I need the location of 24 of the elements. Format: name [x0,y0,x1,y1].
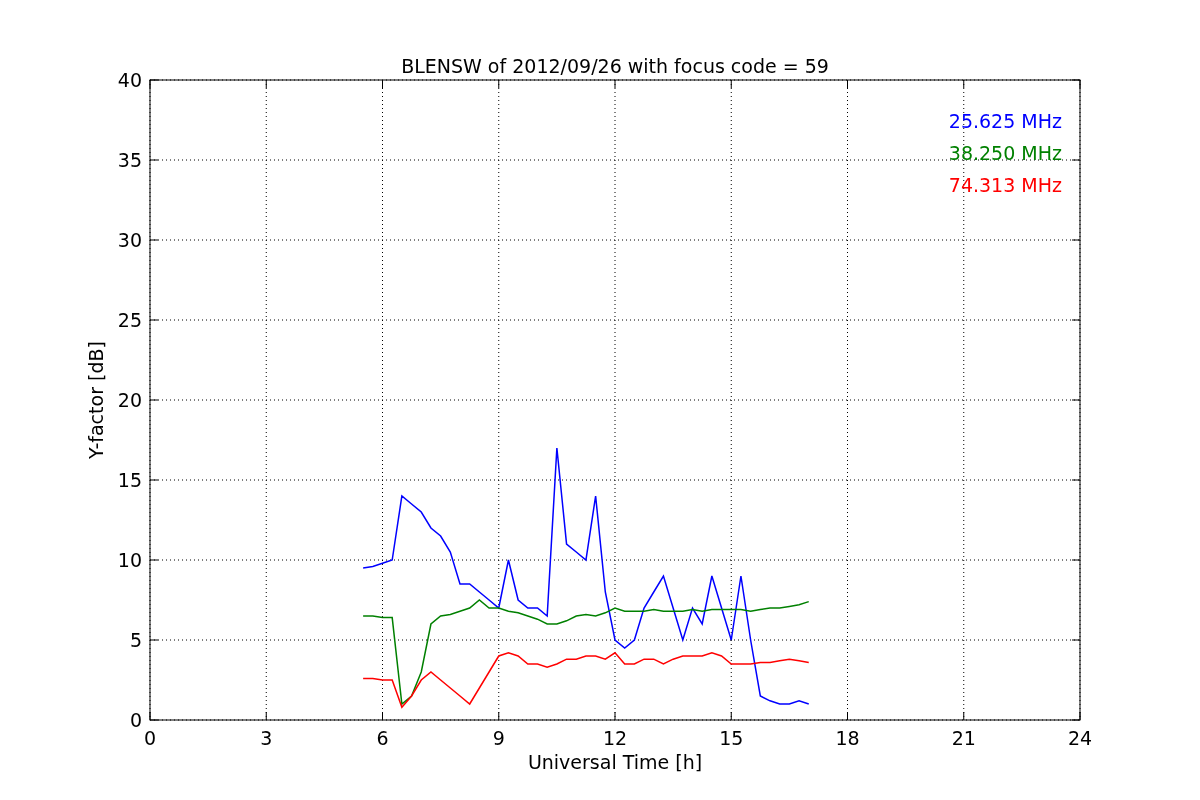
y-tick-label: 20 [117,389,142,411]
chart-title: BLENSW of 2012/09/26 with focus code = 59 [401,55,829,77]
y-tick-label: 10 [117,549,142,571]
x-tick-label: 12 [602,727,628,749]
y-tick-label: 0 [129,709,142,731]
legend-label: 38.250 MHz [948,142,1062,164]
y-tick-label: 30 [117,229,142,251]
y-tick-label: 5 [129,629,142,651]
x-tick-label: 18 [835,727,860,749]
x-tick-label: 3 [260,727,273,749]
y-tick-label: 35 [117,149,142,171]
y-tick-label: 15 [117,469,142,491]
x-tick-label: 6 [376,727,389,749]
x-tick-label: 21 [951,727,976,749]
x-tick-label: 9 [492,727,505,749]
y-axis-label: Y-factor [dB] [85,341,107,459]
y-tick-label: 25 [117,309,142,331]
legend-label: 74.313 MHz [948,174,1062,196]
y-tick-label: 40 [117,69,142,91]
legend-label: 25.625 MHz [948,110,1062,132]
x-tick-label: 0 [143,727,157,749]
x-axis-label: Universal Time [h] [527,751,703,773]
x-tick-label: 24 [1067,727,1093,749]
x-tick-label: 15 [719,727,744,749]
